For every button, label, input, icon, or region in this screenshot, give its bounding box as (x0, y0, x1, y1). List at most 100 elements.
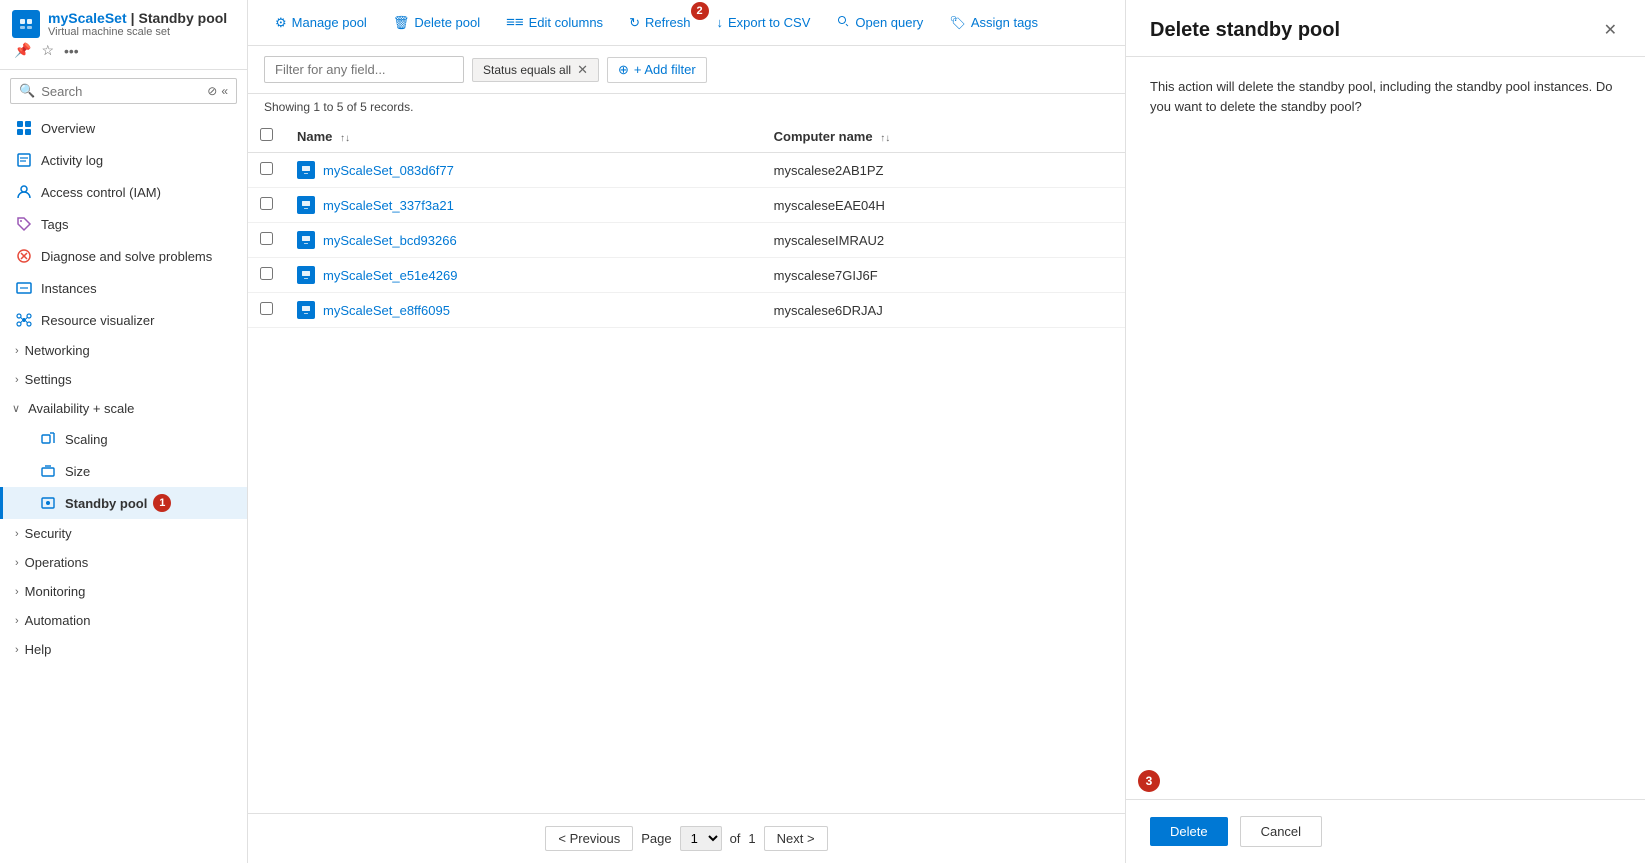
table-row: myScaleSet_e51e4269 myscalese7GIJ6F (248, 258, 1125, 293)
vm-icon (297, 301, 315, 319)
computer-name-cell: myscaleseEAE04H (762, 188, 1125, 223)
export-icon: ↓ (717, 15, 724, 30)
instance-name-link[interactable]: myScaleSet_083d6f77 (323, 163, 454, 178)
table-row: myScaleSet_083d6f77 myscalese2AB1PZ (248, 153, 1125, 188)
cancel-button[interactable]: Cancel (1240, 816, 1322, 847)
sidebar-item-label: Standby pool (65, 496, 147, 511)
panel-body: This action will delete the standby pool… (1126, 57, 1645, 799)
table-row: myScaleSet_337f3a21 myscaleseEAE04H (248, 188, 1125, 223)
refresh-icon: ↻ (629, 15, 640, 31)
sidebar-item-scaling[interactable]: Scaling (0, 423, 247, 455)
table-row: myScaleSet_bcd93266 myscaleseIMRAU2 (248, 223, 1125, 258)
sidebar-item-automation[interactable]: › Automation (0, 606, 247, 635)
row-checkbox[interactable] (260, 232, 273, 245)
refresh-button[interactable]: ↻ Refresh 2 (618, 9, 701, 37)
row-checkbox[interactable] (260, 162, 273, 175)
collapse-icon[interactable]: « (221, 84, 228, 98)
sidebar-item-label: Tags (41, 217, 68, 232)
sidebar-item-activity-log[interactable]: Activity log (0, 144, 247, 176)
pin-icon[interactable]: 📌 (12, 40, 33, 61)
favorite-icon[interactable]: ☆ (39, 40, 56, 61)
edit-columns-button[interactable]: ≡≡ Edit columns (495, 8, 614, 37)
sidebar-item-instances[interactable]: Instances (0, 272, 247, 304)
badge-2: 2 (691, 2, 709, 20)
select-all-checkbox[interactable] (260, 128, 273, 141)
delete-confirm-button[interactable]: Delete (1150, 817, 1228, 846)
sidebar-item-label: Settings (25, 372, 72, 387)
tags-toolbar-icon: 🏷 (949, 15, 966, 31)
sort-computer-name-icon[interactable]: ↑↓ (880, 133, 890, 144)
row-checkbox[interactable] (260, 267, 273, 280)
delete-pool-button[interactable]: 🗑 Delete pool (382, 9, 491, 37)
filter-input[interactable] (264, 56, 464, 83)
more-icon[interactable]: ••• (62, 41, 81, 61)
resource-viz-icon (15, 311, 33, 329)
sidebar-item-monitoring[interactable]: › Monitoring (0, 577, 247, 606)
sidebar-nav: Overview Activity log Access control (IA… (0, 112, 247, 664)
assign-tags-button[interactable]: 🏷 Assign tags (938, 9, 1049, 37)
status-filter-tag: Status equals all ✕ (472, 58, 599, 82)
manage-pool-button[interactable]: ⚙ Manage pool (264, 9, 378, 37)
sidebar-item-label: Automation (25, 613, 91, 628)
add-filter-button[interactable]: ⊕ + Add filter (607, 57, 707, 83)
panel-title: Delete standby pool (1150, 19, 1340, 42)
sidebar-item-diagnose[interactable]: Diagnose and solve problems (0, 240, 247, 272)
record-count: Showing 1 to 5 of 5 records. (248, 94, 1125, 120)
table-row: myScaleSet_e8ff6095 myscalese6DRJAJ (248, 293, 1125, 328)
sidebar-item-label: Operations (25, 555, 89, 570)
filter-icon[interactable]: ⊘ (207, 84, 217, 98)
sidebar-item-iam[interactable]: Access control (IAM) (0, 176, 247, 208)
overview-icon (15, 119, 33, 137)
sort-name-icon[interactable]: ↑↓ (340, 133, 350, 144)
sidebar-item-standby-pool[interactable]: Standby pool 1 (0, 487, 247, 519)
standby-icon (39, 494, 57, 512)
scaling-icon (39, 430, 57, 448)
iam-icon (15, 183, 33, 201)
sidebar-item-overview[interactable]: Overview (0, 112, 247, 144)
search-input[interactable] (41, 84, 203, 99)
row-checkbox[interactable] (260, 302, 273, 315)
export-csv-button[interactable]: ↓ Export to CSV (706, 9, 822, 36)
page-select[interactable]: 1 (680, 826, 722, 851)
sidebar-item-label: Scaling (65, 432, 108, 447)
open-query-button[interactable]: Open query (825, 8, 934, 37)
sidebar-item-tags[interactable]: Tags (0, 208, 247, 240)
resource-title: myScaleSet | Standby pool (48, 10, 227, 26)
search-box: 🔍 ⊘ « (10, 78, 237, 104)
sidebar-item-label: Access control (IAM) (41, 185, 161, 200)
sidebar-group-availability[interactable]: ∨ Availability + scale (0, 394, 247, 423)
badge-1: 1 (153, 494, 171, 512)
previous-button[interactable]: < Previous (545, 826, 633, 851)
sidebar-item-operations[interactable]: › Operations (0, 548, 247, 577)
instance-name-link[interactable]: myScaleSet_e8ff6095 (323, 303, 450, 318)
instances-table: Name ↑↓ Computer name ↑↓ myScaleS (248, 120, 1125, 328)
vm-icon (297, 161, 315, 179)
sidebar-item-security[interactable]: › Security (0, 519, 247, 548)
row-checkbox[interactable] (260, 197, 273, 210)
instance-name-link[interactable]: myScaleSet_bcd93266 (323, 233, 457, 248)
diagnose-icon (15, 247, 33, 265)
columns-icon: ≡≡ (506, 14, 524, 31)
sidebar-item-networking[interactable]: › Networking (0, 336, 247, 365)
sidebar-item-help[interactable]: › Help (0, 635, 247, 664)
delete-panel: Delete standby pool ✕ This action will d… (1125, 0, 1645, 863)
chevron-right-icon: › (15, 644, 19, 656)
instances-icon (15, 279, 33, 297)
sidebar-item-label: Instances (41, 281, 97, 296)
panel-close-button[interactable]: ✕ (1600, 16, 1621, 44)
query-icon (836, 14, 850, 31)
panel-description: This action will delete the standby pool… (1150, 77, 1621, 116)
table-container: Name ↑↓ Computer name ↑↓ myScaleS (248, 120, 1125, 813)
next-button[interactable]: Next > (764, 826, 828, 851)
sidebar-item-resource-viz[interactable]: Resource visualizer (0, 304, 247, 336)
sidebar-item-settings[interactable]: › Settings (0, 365, 247, 394)
sidebar-item-label: Monitoring (25, 584, 86, 599)
manage-icon: ⚙ (275, 15, 287, 31)
filter-clear-button[interactable]: ✕ (577, 62, 588, 78)
vm-icon (297, 266, 315, 284)
instance-name-link[interactable]: myScaleSet_e51e4269 (323, 268, 457, 283)
instance-name-link[interactable]: myScaleSet_337f3a21 (323, 198, 454, 213)
sidebar-item-size[interactable]: Size (0, 455, 247, 487)
computer-name-cell: myscaleseIMRAU2 (762, 223, 1125, 258)
sidebar-item-label: Activity log (41, 153, 103, 168)
